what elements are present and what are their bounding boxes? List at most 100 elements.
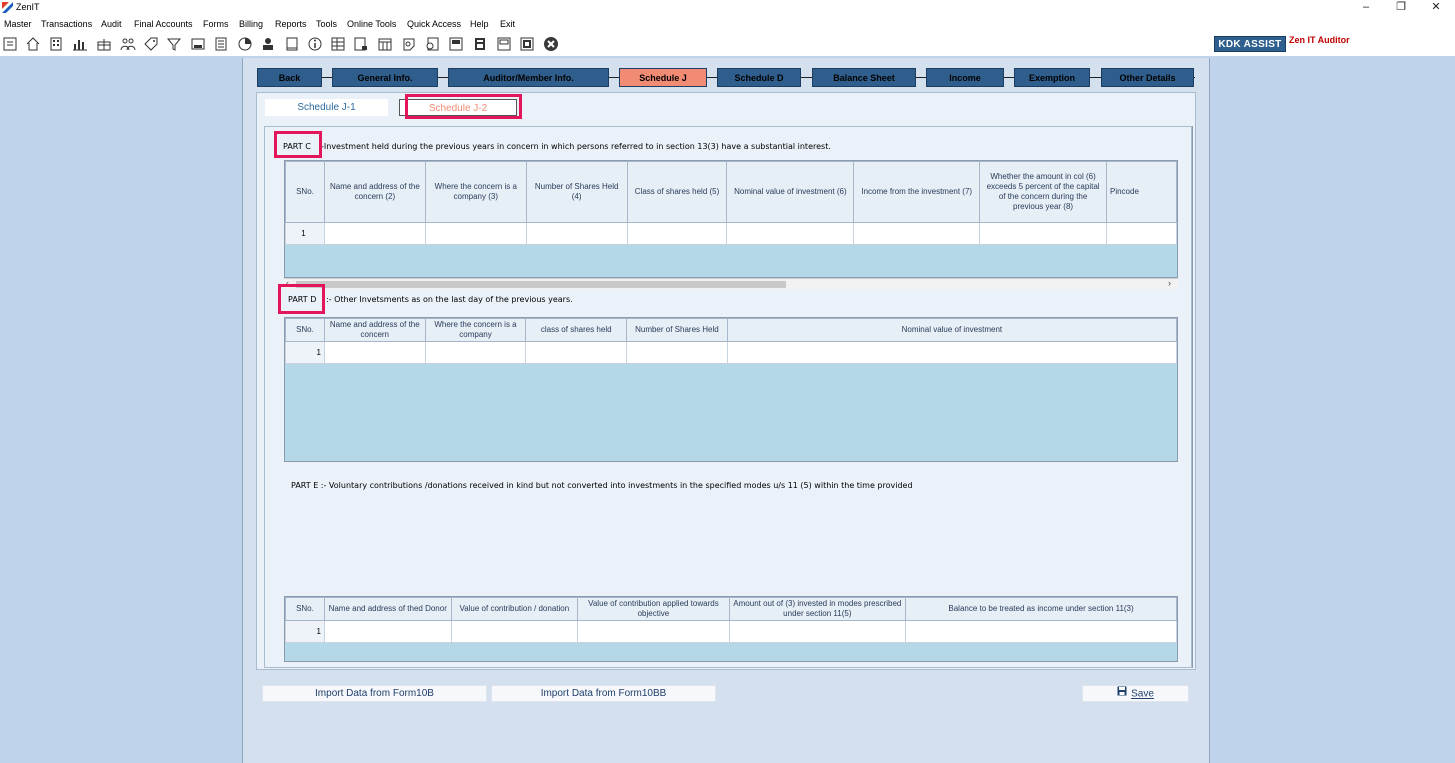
cell-income-investment[interactable] xyxy=(853,222,981,245)
cell-value-applied[interactable] xyxy=(577,620,730,643)
document-icon[interactable] xyxy=(284,36,300,52)
filter-icon[interactable] xyxy=(166,36,182,52)
cell-pincode[interactable] xyxy=(1105,222,1177,245)
part-c-grid: SNo. Name and address of the concern (2)… xyxy=(284,160,1178,278)
info-icon[interactable] xyxy=(307,36,323,52)
cell-value-contribution[interactable] xyxy=(450,620,579,643)
menu-final-accounts[interactable]: Final Accounts xyxy=(134,19,193,29)
menu-transactions[interactable]: Transactions xyxy=(41,19,92,29)
menu-audit[interactable]: Audit xyxy=(101,19,122,29)
building-icon[interactable] xyxy=(48,36,64,52)
menu-tools[interactable]: Tools xyxy=(316,19,337,29)
cell-number-shares[interactable] xyxy=(525,222,628,245)
scd-icon[interactable] xyxy=(496,36,512,52)
part-d-grid: SNo. Name and address of the concern Whe… xyxy=(284,317,1178,462)
highlight-schedule-j-2 xyxy=(405,94,522,119)
tag-icon[interactable] xyxy=(143,36,159,52)
col-balance-income: Balance to be treated as income under se… xyxy=(905,597,1177,621)
pie-icon[interactable] xyxy=(237,36,253,52)
cell-sno: 1 xyxy=(285,222,325,245)
cell-exceeds-5-percent[interactable] xyxy=(979,222,1107,245)
cell-name-address[interactable] xyxy=(323,222,426,245)
report-icon[interactable] xyxy=(2,36,18,52)
tab-general-info[interactable]: General Info. xyxy=(332,68,438,87)
scroll-right-icon[interactable]: › xyxy=(1168,278,1171,288)
notebook-icon[interactable] xyxy=(401,36,417,52)
import-form10b-button[interactable]: Import Data from Form10B xyxy=(262,685,487,702)
cell-nominal-value[interactable] xyxy=(726,222,855,245)
minimize-button[interactable]: – xyxy=(1351,0,1381,14)
tab-balance-sheet[interactable]: Balance Sheet xyxy=(812,68,916,87)
people-icon[interactable] xyxy=(120,36,136,52)
col-where-company: Where the concern is a company xyxy=(424,318,527,342)
save-button[interactable]: Save xyxy=(1082,685,1189,702)
export-icon[interactable] xyxy=(519,36,535,52)
home-icon[interactable] xyxy=(25,36,41,52)
restore-button[interactable]: ❐ xyxy=(1386,0,1416,14)
cell-name-address[interactable] xyxy=(323,341,426,364)
part-c-horizontal-scrollbar[interactable]: ‹ › xyxy=(284,278,1178,289)
part-d-table: SNo. Name and address of the concern Whe… xyxy=(285,318,1177,364)
tab-auditor-member-info[interactable]: Auditor/Member Info. xyxy=(448,68,609,87)
chart-doc-icon[interactable] xyxy=(353,36,369,52)
highlight-part-c xyxy=(274,131,322,158)
cell-class-shares[interactable] xyxy=(525,341,628,364)
col-name-address: Name and address of the concern xyxy=(323,318,426,342)
cell-where-company[interactable] xyxy=(424,222,527,245)
col-class-shares: class of shares held xyxy=(525,318,628,342)
part-e-table: SNo. Name and address of thed Donor Valu… xyxy=(285,597,1177,643)
part-c-table: SNo. Name and address of the concern (2)… xyxy=(285,161,1177,245)
cell-class-shares[interactable] xyxy=(626,222,728,245)
tab-exemption[interactable]: Exemption xyxy=(1014,68,1090,87)
highlight-part-d xyxy=(278,284,325,314)
col-class-shares: Class of shares held (5) xyxy=(626,161,728,223)
tax-icon[interactable] xyxy=(190,36,206,52)
col-name-address: Name and address of the concern (2) xyxy=(323,161,426,223)
menu-bar: Master Transactions Audit Final Accounts… xyxy=(0,16,1455,32)
title-bar: ZenIT – ❐ ✕ xyxy=(0,0,1455,16)
close-circle-icon[interactable] xyxy=(543,36,559,52)
spreadsheet-icon[interactable] xyxy=(330,36,346,52)
gift-icon[interactable] xyxy=(96,36,112,52)
printer-icon[interactable] xyxy=(472,36,488,52)
menu-help[interactable]: Help xyxy=(470,19,489,29)
cell-where-company[interactable] xyxy=(424,341,527,364)
menu-online-tools[interactable]: Online Tools xyxy=(347,19,396,29)
bank-icon[interactable] xyxy=(260,36,276,52)
menu-quick-access[interactable]: Quick Access xyxy=(407,19,461,29)
cell-number-shares[interactable] xyxy=(626,341,728,364)
menu-reports[interactable]: Reports xyxy=(275,19,307,29)
bar-chart-icon[interactable] xyxy=(72,36,88,52)
menu-billing[interactable]: Billing xyxy=(239,19,263,29)
kdk-assist-button[interactable]: KDK ASSIST xyxy=(1214,36,1286,52)
cell-donor-name-address[interactable] xyxy=(323,620,452,643)
calendar-icon[interactable] xyxy=(377,36,393,52)
table-row: 1 xyxy=(285,620,1177,643)
tab-back[interactable]: Back xyxy=(257,68,322,87)
zen-it-auditor-link[interactable]: Zen IT Auditor xyxy=(1289,35,1350,45)
scrollbar-thumb[interactable] xyxy=(296,281,786,288)
import-form10bb-button[interactable]: Import Data from Form10BB xyxy=(491,685,716,702)
tab-income[interactable]: Income xyxy=(926,68,1004,87)
cell-balance-income[interactable] xyxy=(905,620,1177,643)
table-row: 1 xyxy=(285,222,1177,245)
bb-icon[interactable] xyxy=(448,36,464,52)
tab-schedule-j-1[interactable]: Schedule J-1 xyxy=(265,99,388,116)
menu-exit[interactable]: Exit xyxy=(500,19,515,29)
cell-sno: 1 xyxy=(285,620,325,643)
col-donor-name-address: Name and address of thed Donor xyxy=(323,597,452,621)
zenit-logo-icon xyxy=(2,2,13,13)
menu-master[interactable]: Master xyxy=(4,19,32,29)
cell-amount-invested[interactable] xyxy=(728,620,907,643)
menu-forms[interactable]: Forms xyxy=(203,19,229,29)
close-window-button[interactable]: ✕ xyxy=(1421,0,1451,14)
form-icon[interactable] xyxy=(424,36,440,52)
col-nominal-value: Nominal value of investment (6) xyxy=(726,161,855,223)
tab-other-details[interactable]: Other Details xyxy=(1101,68,1194,87)
cell-nominal-value[interactable] xyxy=(726,341,1177,364)
part-e-grid: SNo. Name and address of thed Donor Valu… xyxy=(284,596,1178,662)
col-value-applied: Value of contribution applied towards ob… xyxy=(577,597,730,621)
calculator-icon[interactable] xyxy=(213,36,229,52)
tab-schedule-d[interactable]: Schedule D xyxy=(717,68,801,87)
tab-schedule-j[interactable]: Schedule J xyxy=(619,68,707,87)
